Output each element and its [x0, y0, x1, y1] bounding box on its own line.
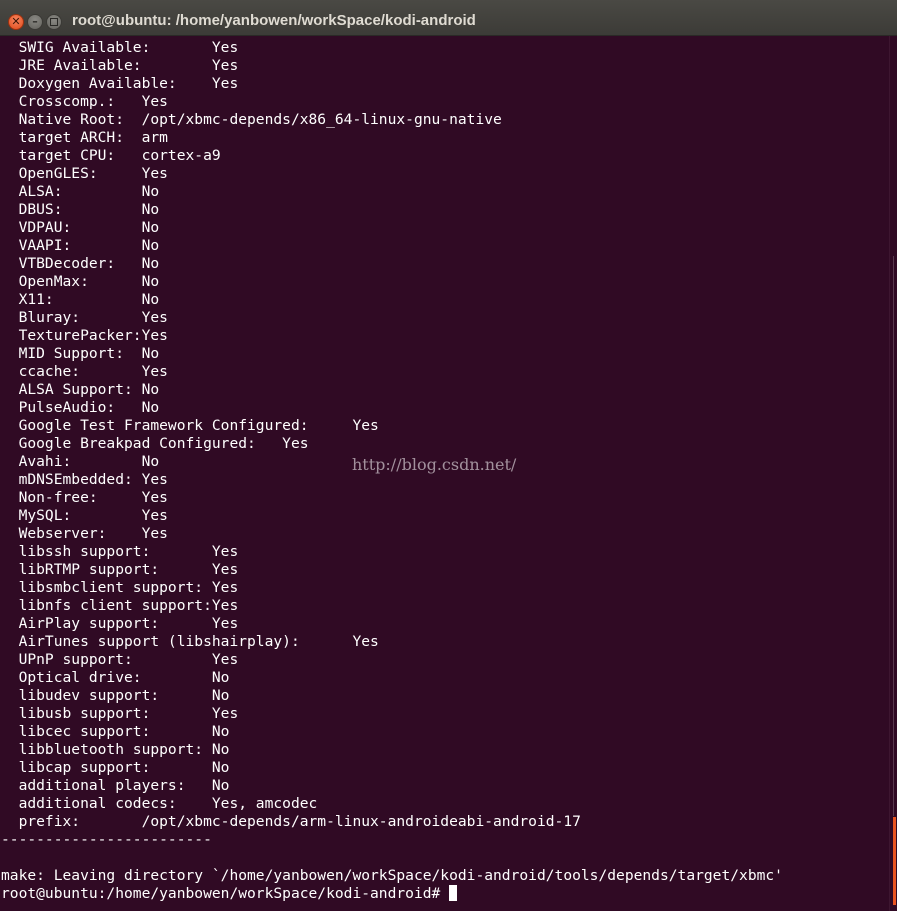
terminal-line: libudev support: No [1, 687, 230, 704]
terminal-line: Crosscomp.: Yes [1, 93, 168, 110]
text-cursor [449, 885, 458, 901]
terminal-line: AirPlay support: Yes [1, 615, 239, 632]
terminal-line: SWIG Available: Yes [1, 39, 239, 56]
terminal-line: additional codecs: Yes, amcodec [1, 795, 318, 812]
terminal-line: DBUS: No [1, 201, 160, 218]
terminal-line: OpenMax: No [1, 273, 160, 290]
terminal-line: ALSA: No [1, 183, 160, 200]
terminal-line: target CPU: cortex-a9 [1, 147, 221, 164]
terminal-line: Optical drive: No [1, 669, 230, 686]
close-button[interactable]: ✕ [8, 14, 24, 30]
terminal-line: MID Support: No [1, 345, 160, 362]
window-title: root@ubuntu: /home/yanbowen/workSpace/ko… [72, 12, 476, 29]
terminal-line: VDPAU: No [1, 219, 160, 236]
terminal-line: ALSA Support: No [1, 381, 160, 398]
terminal-line: additional players: No [1, 777, 230, 794]
terminal-line: libcec support: No [1, 723, 230, 740]
terminal-line: libusb support: Yes [1, 705, 239, 722]
terminal-line: AirTunes support (libshairplay): Yes [1, 633, 379, 650]
terminal-line: MySQL: Yes [1, 507, 168, 524]
terminal-line: Avahi: No [1, 453, 160, 470]
terminal-line: PulseAudio: No [1, 399, 160, 416]
terminal-line: Bluray: Yes [1, 309, 168, 326]
terminal-line: libssh support: Yes [1, 543, 239, 560]
scrollbar[interactable] [889, 36, 897, 911]
maximize-icon [50, 18, 58, 26]
maximize-button[interactable] [46, 14, 62, 30]
terminal-line: target ARCH: arm [1, 129, 168, 146]
terminal-line: Native Root: /opt/xbmc-depends/x86_64-li… [1, 111, 502, 128]
close-icon: ✕ [11, 15, 21, 28]
terminal-line: mDNSEmbedded: Yes [1, 471, 168, 488]
title-bar[interactable]: ✕ – root@ubuntu: /home/yanbowen/workSpac… [0, 0, 897, 36]
terminal-line: JRE Available: Yes [1, 57, 239, 74]
scrollbar-track [893, 256, 894, 816]
terminal-line: ------------------------ [1, 831, 212, 848]
scrollbar-thumb[interactable] [893, 817, 896, 905]
shell-prompt: root@ubuntu:/home/yanbowen/workSpace/kod… [1, 885, 458, 903]
terminal-line: Google Test Framework Configured: Yes [1, 417, 379, 434]
terminal-line: make: Leaving directory `/home/yanbowen/… [1, 867, 783, 884]
terminal-line: Google Breakpad Configured: Yes [1, 435, 309, 452]
minimize-icon: – [32, 15, 38, 28]
terminal-line: ccache: Yes [1, 363, 168, 380]
terminal-line: libbluetooth support: No [1, 741, 230, 758]
terminal-output[interactable]: SWIG Available: Yes JRE Available: Yes D… [0, 38, 889, 911]
terminal-line: VAAPI: No [1, 237, 160, 254]
terminal-line: libRTMP support: Yes [1, 561, 239, 578]
minimize-button[interactable]: – [27, 14, 43, 30]
terminal-line: prefix: /opt/xbmc-depends/arm-linux-andr… [1, 813, 581, 830]
terminal-line: X11: No [1, 291, 160, 308]
terminal-line: Doxygen Available: Yes [1, 75, 239, 92]
terminal-line: Non-free: Yes [1, 489, 168, 506]
terminal-line: libcap support: No [1, 759, 230, 776]
terminal-line: UPnP support: Yes [1, 651, 239, 668]
terminal-line: VTBDecoder: No [1, 255, 160, 272]
terminal-line: Webserver: Yes [1, 525, 168, 542]
watermark: http://blog.csdn.net/ [352, 455, 517, 474]
terminal-window: ✕ – root@ubuntu: /home/yanbowen/workSpac… [0, 0, 897, 911]
terminal-line: libnfs client support:Yes [1, 597, 239, 614]
terminal-line: OpenGLES: Yes [1, 165, 168, 182]
terminal-line: libsmbclient support: Yes [1, 579, 239, 596]
terminal-line: TexturePacker:Yes [1, 327, 168, 344]
